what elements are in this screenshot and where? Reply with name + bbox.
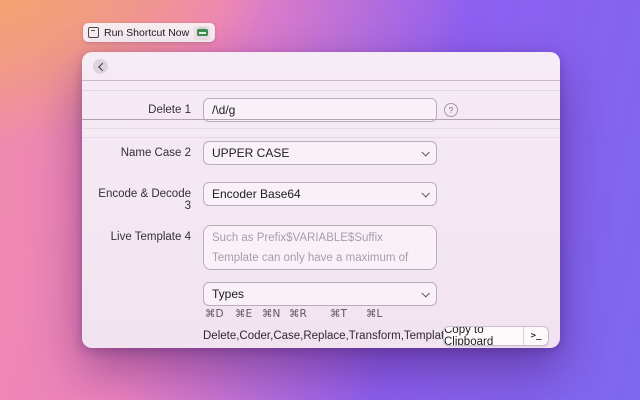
- types-value: Types: [212, 287, 245, 301]
- terminal-button[interactable]: >_: [524, 327, 548, 345]
- name-case-value: UPPER CASE: [212, 146, 290, 160]
- shortcut-hints: ⌘D ⌘E ⌘N ⌘R ⌘T ⌘L: [203, 308, 443, 322]
- content-top-divider: [82, 90, 560, 91]
- encode-decode-select[interactable]: Encoder Base64: [203, 182, 437, 206]
- shortcut-hint: ⌘E: [235, 308, 253, 320]
- chevron-down-icon: [421, 189, 430, 198]
- live-template-label: Live Template 4: [110, 231, 191, 243]
- shortcut-hint: ⌘D: [205, 308, 224, 320]
- app-window: Delete 1 ? Name Case 2 UPPER CASE Encode…: [82, 52, 560, 348]
- delete-label: Delete 1: [148, 104, 191, 116]
- printer-icon: [194, 25, 211, 40]
- row-divider: [82, 128, 560, 129]
- name-case-select[interactable]: UPPER CASE: [203, 141, 437, 165]
- shortcut-hint: ⌘R: [289, 308, 307, 320]
- run-shortcut-button[interactable]: Run Shortcut Now: [83, 23, 216, 42]
- chevron-left-icon: [97, 62, 107, 71]
- back-button[interactable]: [93, 59, 108, 74]
- shortcut-hint: ⌘N: [262, 308, 281, 320]
- name-case-label: Name Case 2: [120, 147, 191, 159]
- encode-decode-value: Encoder Base64: [212, 187, 301, 201]
- shortcut-hint: ⌘T: [330, 308, 347, 320]
- types-summary-text: Delete,Coder,Case,Replace,Transform,Temp…: [203, 330, 451, 342]
- encode-decode-label: Encode & Decode 3: [98, 188, 191, 212]
- chevron-down-icon: [421, 148, 430, 157]
- shortcut-window-icon: [88, 27, 99, 38]
- types-select[interactable]: Types: [203, 282, 437, 306]
- shortcut-hint: ⌘L: [366, 308, 383, 320]
- copy-to-clipboard-button[interactable]: Copy to Clipboard: [444, 327, 523, 345]
- run-shortcut-label: Run Shortcut Now: [104, 26, 190, 39]
- help-icon[interactable]: ?: [444, 103, 458, 117]
- header-divider: [82, 80, 560, 81]
- live-template-textarea[interactable]: [203, 225, 437, 270]
- copy-button-group: Copy to Clipboard >_: [443, 326, 549, 346]
- section-divider: [82, 119, 560, 120]
- row-divider: [82, 137, 560, 138]
- chevron-down-icon: [421, 289, 430, 298]
